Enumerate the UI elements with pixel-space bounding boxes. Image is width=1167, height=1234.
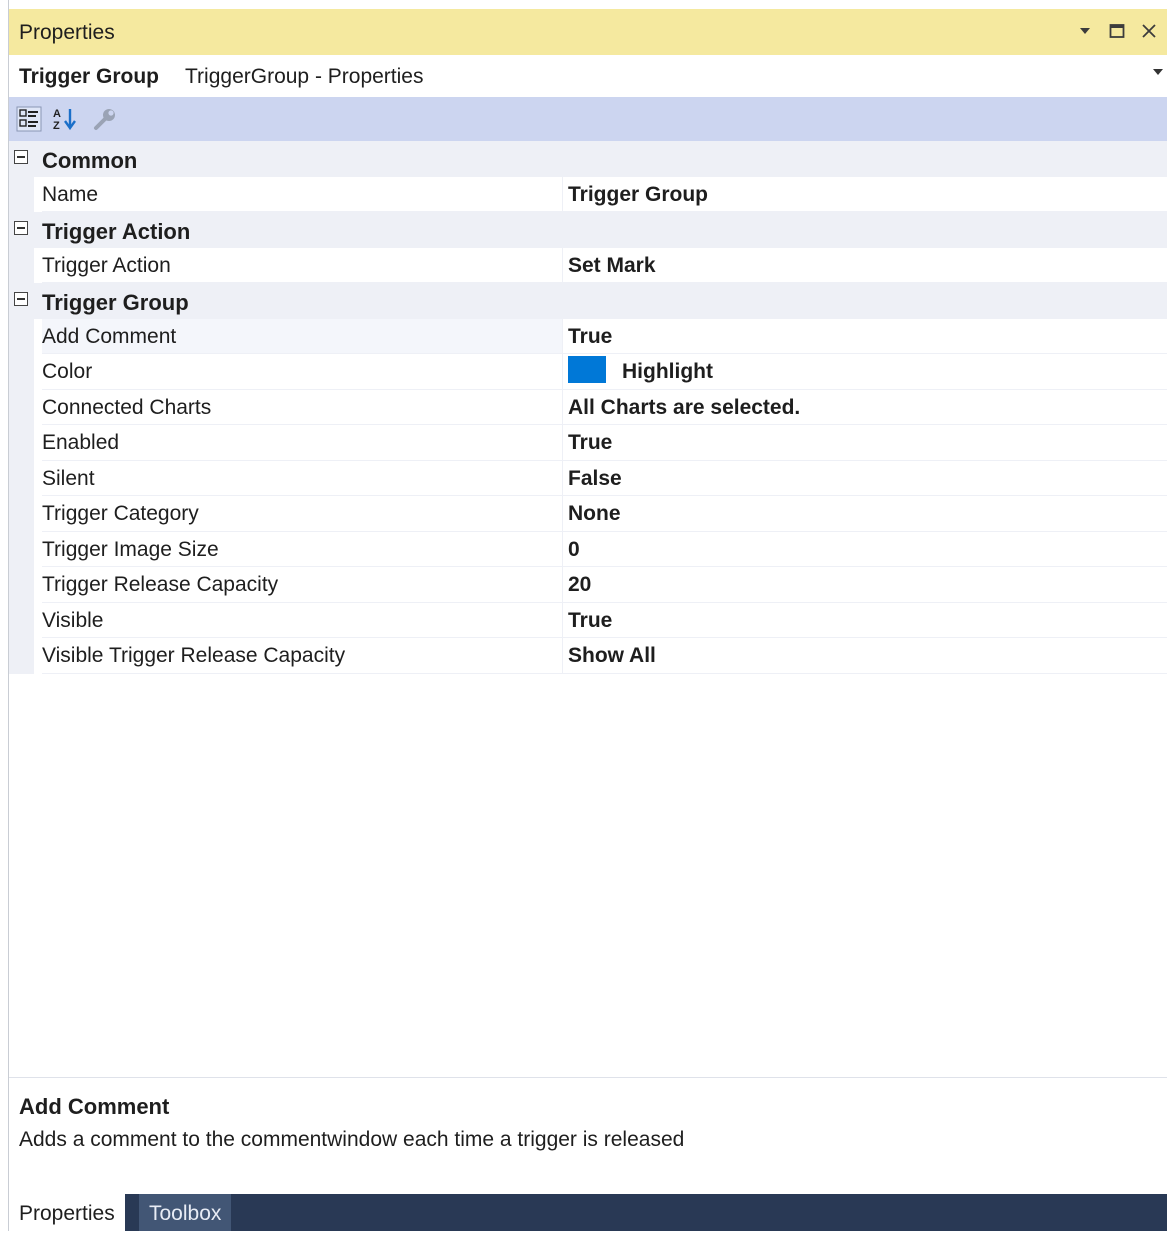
property-name: Add Comment — [42, 318, 562, 354]
collapse-icon[interactable] — [14, 150, 28, 164]
row-gutter — [9, 531, 34, 567]
close-button[interactable] — [1135, 17, 1163, 45]
property-name: Silent — [42, 461, 562, 496]
property-value[interactable]: 20 — [562, 567, 1167, 603]
property-value[interactable]: 0 — [562, 531, 1167, 567]
chevron-down-icon — [1080, 28, 1090, 34]
selected-object-name: Trigger Group — [19, 65, 160, 88]
property-name: Trigger Action — [42, 248, 562, 283]
chevron-down-icon — [1153, 69, 1163, 75]
property-name: Connected Charts — [42, 390, 562, 425]
description-pane: Add Comment Adds a comment to the commen… — [9, 1077, 1167, 1188]
alphabetical-sort-button[interactable]: A Z — [49, 103, 81, 135]
property-name: Visible Trigger Release Capacity — [42, 638, 562, 674]
row-gutter — [9, 176, 34, 212]
property-name: Trigger Release Capacity — [42, 567, 562, 603]
window-position-dropdown-button[interactable] — [1071, 17, 1099, 45]
category-common[interactable]: Common — [9, 141, 1167, 177]
property-row[interactable]: Visible Trigger Release Capacity Show Al… — [9, 638, 1167, 674]
property-value[interactable]: Show All — [562, 638, 1167, 674]
maximize-icon — [1109, 24, 1125, 38]
svg-text:Z: Z — [53, 120, 60, 132]
category-trigger-action[interactable]: Trigger Action — [9, 212, 1167, 248]
row-gutter — [9, 389, 34, 425]
property-value[interactable]: None — [562, 496, 1167, 532]
title-bar: Properties — [9, 9, 1167, 55]
tab-properties[interactable]: Properties — [9, 1194, 125, 1231]
sort-az-icon: A Z — [53, 108, 76, 132]
category-name: Common — [42, 148, 138, 173]
property-row[interactable]: Trigger Release Capacity 20 — [9, 567, 1167, 603]
property-row[interactable]: Silent False — [9, 460, 1167, 496]
properties-toolbar: A Z — [9, 97, 1167, 141]
property-name: Color — [42, 354, 562, 390]
collapse-icon[interactable] — [14, 292, 28, 306]
property-pages-button[interactable] — [89, 103, 121, 135]
color-value-text: Highlight — [622, 360, 713, 383]
property-value[interactable]: False — [562, 460, 1167, 496]
color-swatch — [568, 355, 606, 383]
description-text: Adds a comment to the commentwindow each… — [19, 1128, 685, 1151]
property-value[interactable]: True — [562, 602, 1167, 638]
category-name: Trigger Action — [42, 219, 191, 244]
category-name: Trigger Group — [42, 290, 189, 315]
category-trigger-group[interactable]: Trigger Group — [9, 283, 1167, 319]
property-name: Visible — [42, 603, 562, 638]
object-selector[interactable]: Trigger Group TriggerGroup - Properties — [9, 55, 1167, 97]
property-value[interactable]: True — [562, 425, 1167, 461]
property-value[interactable]: Highlight — [562, 354, 1167, 390]
window-title: Properties — [19, 21, 115, 44]
property-name: Trigger Category — [42, 496, 562, 532]
property-value[interactable]: True — [562, 318, 1167, 354]
property-row[interactable]: Visible True — [9, 602, 1167, 638]
collapse-icon[interactable] — [14, 221, 28, 235]
maximize-button[interactable] — [1103, 17, 1131, 45]
row-gutter — [9, 567, 34, 603]
row-gutter — [9, 247, 34, 283]
close-icon — [1142, 24, 1156, 38]
object-selector-dropdown[interactable] — [1153, 67, 1163, 78]
row-gutter — [9, 354, 34, 390]
categorized-view-button[interactable] — [13, 103, 45, 135]
properties-panel: Properties Trigger Group TriggerGroup - … — [9, 0, 1167, 1231]
property-name: Name — [42, 177, 562, 212]
property-name: Trigger Image Size — [42, 532, 562, 567]
bottom-tab-bar: Properties Toolbox — [9, 1194, 1167, 1231]
selected-object-type: TriggerGroup - Properties — [185, 65, 424, 88]
svg-text:A: A — [53, 108, 61, 120]
row-gutter — [9, 318, 34, 354]
property-name: Enabled — [42, 425, 562, 461]
row-gutter — [9, 425, 34, 461]
description-title: Add Comment — [19, 1094, 170, 1119]
property-row[interactable]: Trigger Image Size 0 — [9, 531, 1167, 567]
property-value[interactable]: Set Mark — [562, 247, 1167, 283]
row-gutter — [9, 460, 34, 496]
categorized-icon — [16, 106, 42, 132]
property-row[interactable]: Trigger Action Set Mark — [9, 247, 1167, 283]
property-row[interactable]: Connected Charts All Charts are selected… — [9, 389, 1167, 425]
row-gutter — [9, 496, 34, 532]
property-value[interactable]: All Charts are selected. — [562, 389, 1167, 425]
property-value[interactable]: Trigger Group — [562, 176, 1167, 212]
property-grid: Common Name Trigger Group Trigger Action… — [9, 141, 1167, 674]
property-row[interactable]: Trigger Category None — [9, 496, 1167, 532]
left-edge — [0, 0, 9, 1231]
wrench-icon — [94, 109, 115, 130]
tab-toolbox[interactable]: Toolbox — [139, 1194, 232, 1231]
property-row[interactable]: Name Trigger Group — [9, 176, 1167, 212]
property-row[interactable]: Enabled True — [9, 425, 1167, 461]
row-gutter — [9, 638, 34, 674]
row-gutter — [9, 602, 34, 638]
property-row-selected[interactable]: Add Comment True — [9, 318, 1167, 354]
property-row[interactable]: Color Highlight — [9, 354, 1167, 390]
